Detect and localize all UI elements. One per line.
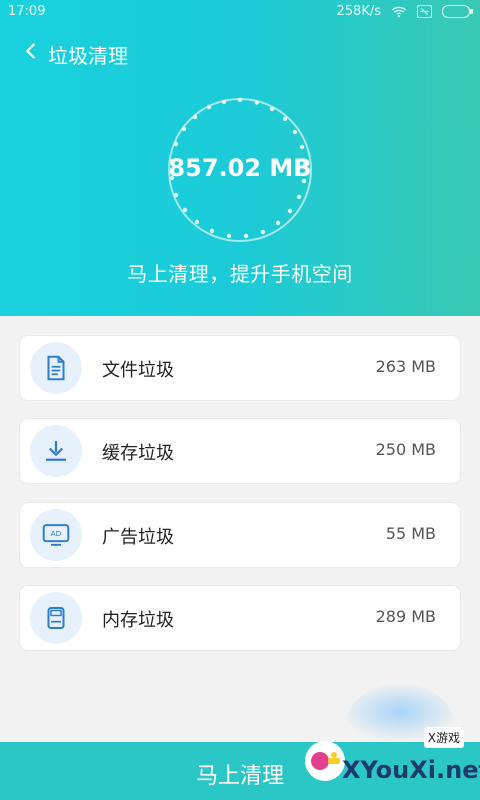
watermark-tag: X游戏 (423, 727, 464, 748)
list-item-memory-junk[interactable]: 内存垃圾 289 MB (20, 586, 460, 650)
status-right: 258K/s (336, 4, 473, 19)
list-item-label: 内存垃圾 (102, 610, 174, 631)
total-junk-size: 857.02 MB (168, 154, 312, 182)
download-icon (30, 425, 82, 477)
back-button[interactable] (20, 40, 42, 62)
site-watermark: XYouXi.net X游戏 (302, 727, 480, 792)
page-title: 垃圾清理 (48, 44, 128, 68)
list-item-label: 文件垃圾 (102, 360, 174, 381)
list-item-value: 289 MB (375, 607, 436, 626)
list-item-file-junk[interactable]: 文件垃圾 263 MB (20, 336, 460, 400)
sim-card-icon (417, 5, 432, 18)
list-item-ad-junk[interactable]: AD 广告垃圾 55 MB (20, 503, 460, 567)
ad-monitor-icon: AD (30, 509, 82, 561)
document-icon (30, 342, 82, 394)
status-bar: 17:09 258K/s (0, 0, 480, 24)
status-time: 17:09 (8, 4, 46, 19)
list-item-value: 263 MB (375, 357, 436, 376)
list-item-cache-junk[interactable]: 缓存垃圾 250 MB (20, 419, 460, 483)
list-item-value: 250 MB (375, 440, 436, 459)
battery-icon (442, 5, 473, 18)
progress-ring: 857.02 MB (160, 90, 320, 250)
header-background: 17:09 258K/s 垃圾清理 857.02 MB 马上清理，提升手机空间 (0, 0, 480, 316)
watermark-brand: XYouXi.net (342, 756, 480, 784)
navigation-bar: 垃圾清理 (0, 34, 480, 74)
wifi-icon (391, 6, 407, 18)
list-item-label: 广告垃圾 (102, 527, 174, 548)
list-item-label: 缓存垃圾 (102, 443, 174, 464)
tagline: 马上清理，提升手机空间 (127, 262, 353, 286)
chevron-left-icon (26, 43, 35, 59)
list-item-value: 55 MB (385, 524, 436, 543)
svg-text:AD: AD (51, 529, 62, 538)
network-speed: 258K/s (336, 4, 382, 19)
memory-card-icon (30, 592, 82, 644)
